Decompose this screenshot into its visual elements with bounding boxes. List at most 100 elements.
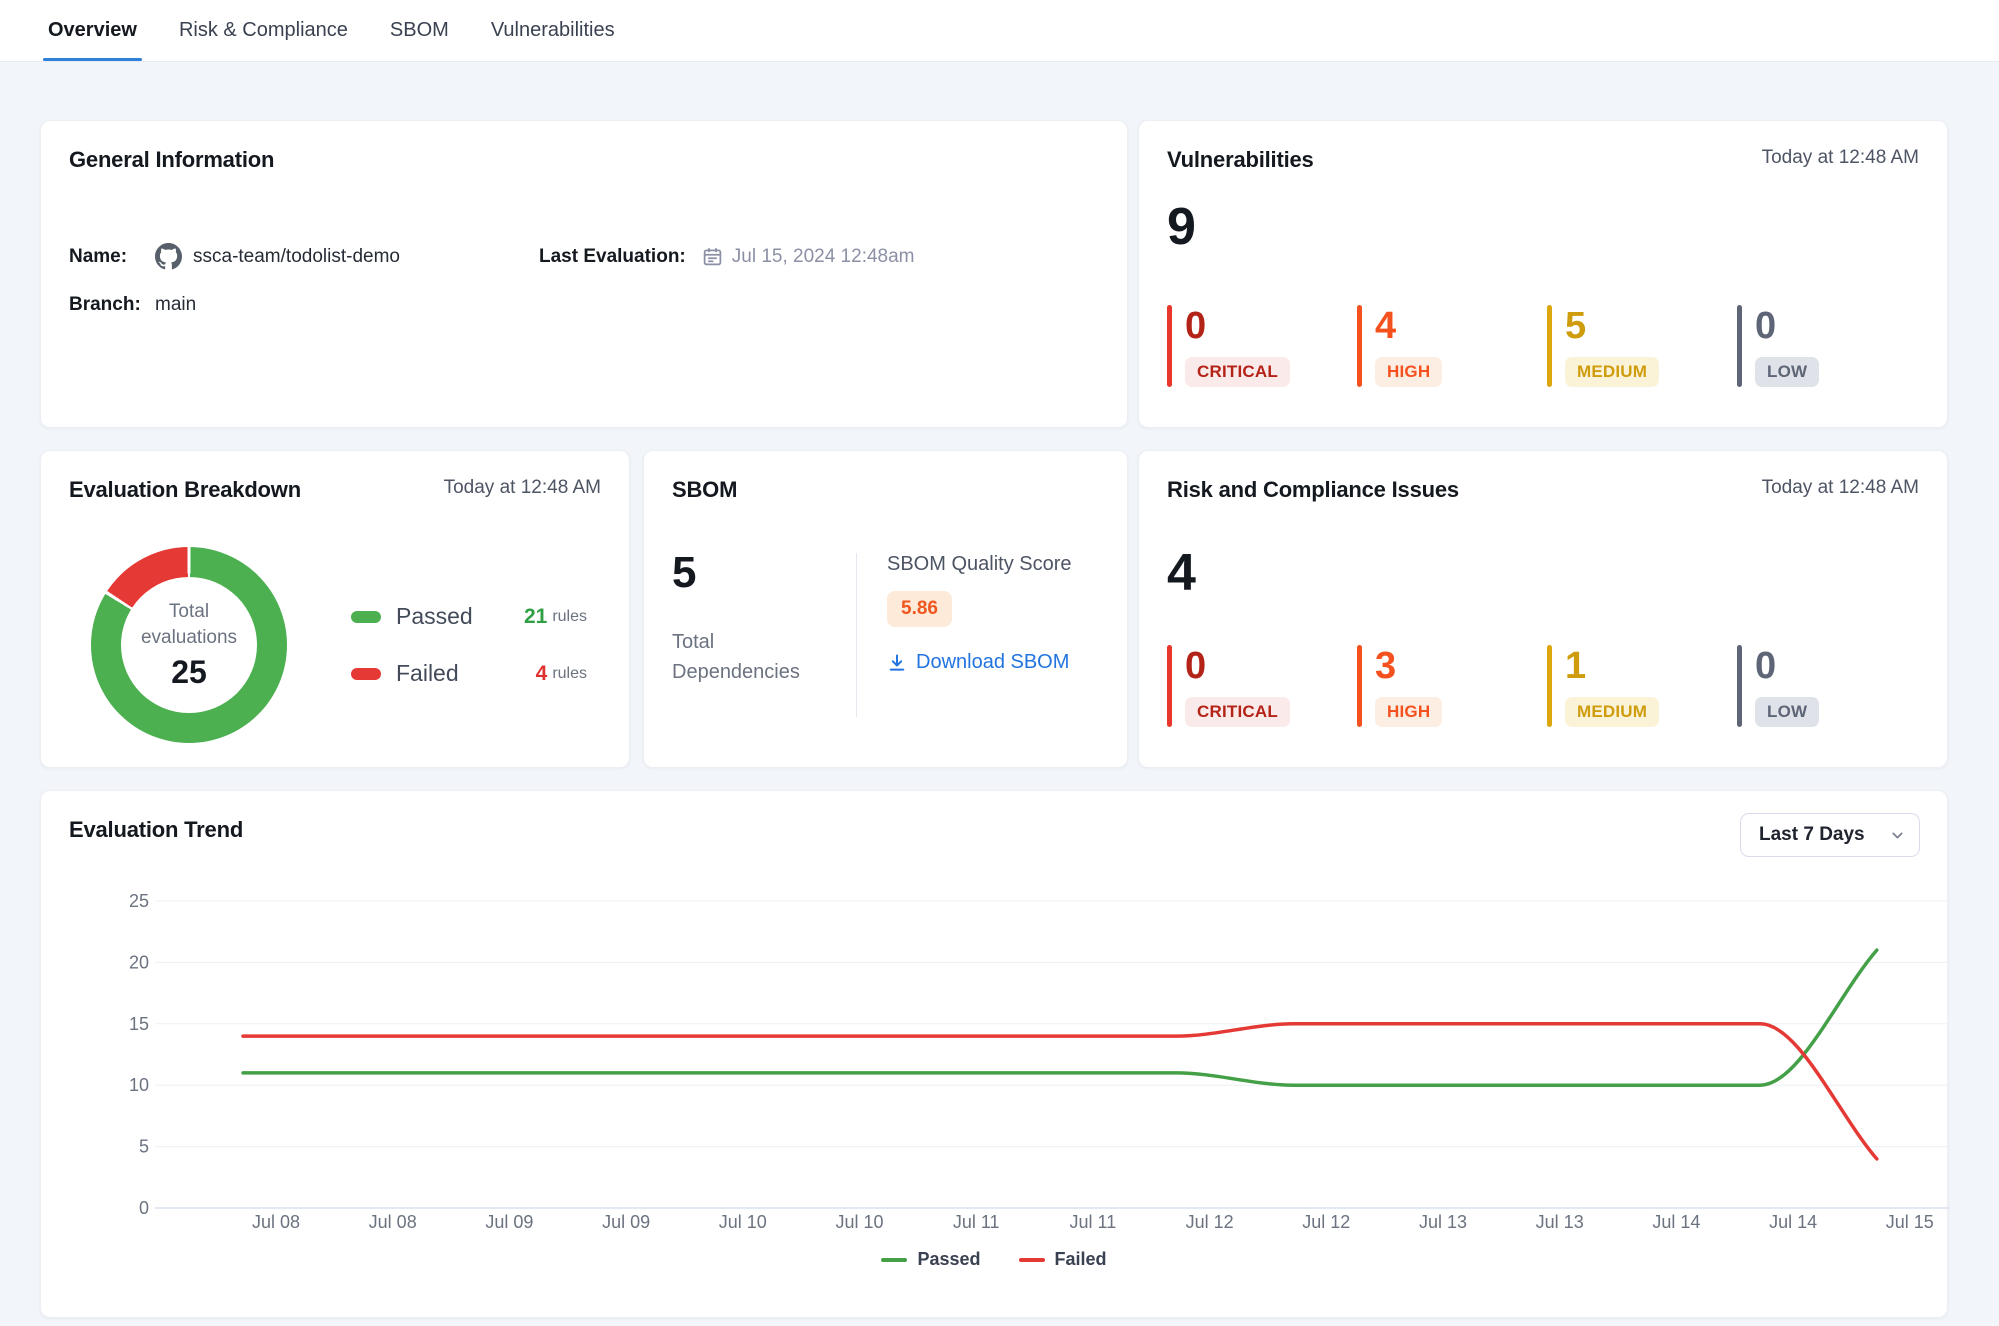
svg-text:Jul 14: Jul 14 — [1652, 1212, 1700, 1232]
svg-text:Jul 13: Jul 13 — [1536, 1212, 1584, 1232]
svg-text:Jul 15: Jul 15 — [1886, 1212, 1934, 1232]
evaluation-breakdown-card: Evaluation Breakdown Today at 12:48 AM T… — [40, 450, 630, 768]
legend-count: 21 — [524, 605, 547, 629]
svg-text:Jul 08: Jul 08 — [369, 1212, 417, 1232]
evaluation-trend-card: Evaluation Trend Last 7 Days 0 5 10 15 20 25 J… — [40, 790, 1948, 1318]
severity-badge: MEDIUM — [1565, 697, 1659, 727]
card-title: SBOM — [672, 477, 737, 503]
name-label: Name: — [69, 246, 155, 268]
svg-text:Jul 12: Jul 12 — [1302, 1212, 1350, 1232]
card-title: Evaluation Breakdown — [69, 477, 301, 503]
svg-text:Jul 13: Jul 13 — [1419, 1212, 1467, 1232]
total-dependencies-label: Total Dependencies — [672, 627, 856, 687]
legend-passed: Passed — [881, 1249, 980, 1270]
svg-text:Jul 10: Jul 10 — [719, 1212, 767, 1232]
legend-unit: rules — [552, 665, 587, 683]
svg-text:Jul 11: Jul 11 — [953, 1212, 1000, 1232]
risk-issues-total: 4 — [1167, 547, 1919, 599]
tab-vulnerabilities[interactable]: Vulnerabilities — [491, 0, 615, 61]
svg-text:Jul 09: Jul 09 — [485, 1212, 533, 1232]
severity-count: 0 — [1185, 647, 1290, 685]
evaluation-legend: Passed 21 rules Failed 4 rules — [351, 603, 587, 687]
svg-text:0: 0 — [139, 1198, 149, 1218]
severity-bar — [1737, 645, 1742, 727]
branch-value: main — [155, 294, 196, 316]
svg-text:Jul 14: Jul 14 — [1769, 1212, 1817, 1232]
failed-pill-icon — [351, 668, 381, 680]
severity-count: 5 — [1565, 307, 1659, 345]
card-title: Evaluation Trend — [69, 817, 243, 843]
sbom-quality-score-label: SBOM Quality Score — [887, 551, 1072, 576]
severity-badge: CRITICAL — [1185, 697, 1290, 727]
tab-sbom[interactable]: SBOM — [390, 0, 449, 61]
tab-risk-compliance[interactable]: Risk & Compliance — [179, 0, 348, 61]
severity-row: 0 CRITICAL 4 HIGH 5 MEDIUM — [1167, 305, 1919, 387]
total-dependencies-count: 5 — [672, 551, 856, 595]
donut-total: 25 — [171, 654, 207, 691]
evaluations-donut-chart: Total evaluations 25 — [91, 547, 287, 743]
svg-text:Jul 09: Jul 09 — [602, 1212, 650, 1232]
evaluation-trend-chart: 0510152025Jul 08Jul 08Jul 09Jul 09Jul 10… — [105, 886, 1985, 1246]
severity-bar — [1167, 645, 1172, 727]
card-title: Vulnerabilities — [1167, 147, 1314, 173]
legend-unit: rules — [552, 608, 587, 626]
severity-count: 3 — [1375, 647, 1442, 685]
sbom-card: SBOM 5 Total Dependencies SBOM Quality S… — [643, 450, 1128, 768]
legend-count: 4 — [536, 662, 548, 686]
severity-badge: LOW — [1755, 697, 1819, 727]
failed-line-icon — [1019, 1258, 1045, 1262]
legend-failed: Failed 4 rules — [351, 660, 587, 687]
donut-center-label: evaluations — [141, 625, 237, 651]
svg-text:5: 5 — [139, 1137, 149, 1157]
timestamp: Today at 12:48 AM — [444, 477, 601, 499]
severity-bar — [1547, 645, 1552, 727]
severity-badge: HIGH — [1375, 357, 1442, 387]
branch-label: Branch: — [69, 294, 155, 316]
svg-text:10: 10 — [129, 1075, 149, 1095]
general-information-card: General Information Name: ssca-team/todo… — [40, 120, 1128, 428]
severity-count: 0 — [1755, 307, 1819, 345]
scan-overview-page: Overview Risk & Compliance SBOM Vulnerab… — [0, 0, 1999, 1326]
download-sbom-link[interactable]: Download SBOM — [887, 651, 1072, 674]
repo-name-link[interactable]: ssca-team/todolist-demo — [193, 246, 400, 268]
card-title: Risk and Compliance Issues — [1167, 477, 1459, 503]
vertical-divider — [856, 553, 857, 717]
legend-label: Passed — [396, 603, 473, 630]
severity-bar — [1547, 305, 1552, 387]
donut-center-label: Total — [169, 599, 209, 625]
severity-bar — [1357, 305, 1362, 387]
severity-badge: MEDIUM — [1565, 357, 1659, 387]
severity-count: 0 — [1755, 647, 1819, 685]
severity-badge: LOW — [1755, 357, 1819, 387]
tab-overview[interactable]: Overview — [48, 0, 137, 61]
severity-high: 3 HIGH — [1357, 645, 1547, 727]
svg-text:Jul 10: Jul 10 — [835, 1212, 883, 1232]
severity-count: 1 — [1565, 647, 1659, 685]
svg-text:Jul 11: Jul 11 — [1070, 1212, 1117, 1232]
severity-medium: 1 MEDIUM — [1547, 645, 1737, 727]
sbom-quality-score-value: 5.86 — [887, 591, 952, 627]
legend-failed: Failed — [1019, 1249, 1107, 1270]
svg-text:15: 15 — [129, 1014, 149, 1034]
severity-medium: 5 MEDIUM — [1547, 305, 1737, 387]
download-icon — [887, 653, 907, 673]
timestamp: Today at 12:48 AM — [1762, 147, 1919, 169]
last-evaluation-label: Last Evaluation: — [539, 246, 686, 268]
timestamp: Today at 12:48 AM — [1762, 477, 1919, 499]
severity-bar — [1737, 305, 1742, 387]
last-evaluation-value: Jul 15, 2024 12:48am — [732, 246, 915, 268]
time-range-dropdown[interactable]: Last 7 Days — [1740, 813, 1920, 857]
time-range-value: Last 7 Days — [1759, 824, 1865, 846]
tab-bar: Overview Risk & Compliance SBOM Vulnerab… — [0, 0, 1999, 62]
risk-compliance-card: Risk and Compliance Issues Today at 12:4… — [1138, 450, 1948, 768]
severity-badge: HIGH — [1375, 697, 1442, 727]
severity-high: 4 HIGH — [1357, 305, 1547, 387]
svg-text:25: 25 — [129, 891, 149, 911]
chevron-down-icon — [1889, 827, 1906, 844]
severity-badge: CRITICAL — [1185, 357, 1290, 387]
calendar-icon — [702, 246, 723, 267]
severity-count: 4 — [1375, 307, 1442, 345]
svg-text:20: 20 — [129, 952, 149, 972]
passed-pill-icon — [351, 611, 381, 623]
github-icon — [155, 243, 182, 270]
